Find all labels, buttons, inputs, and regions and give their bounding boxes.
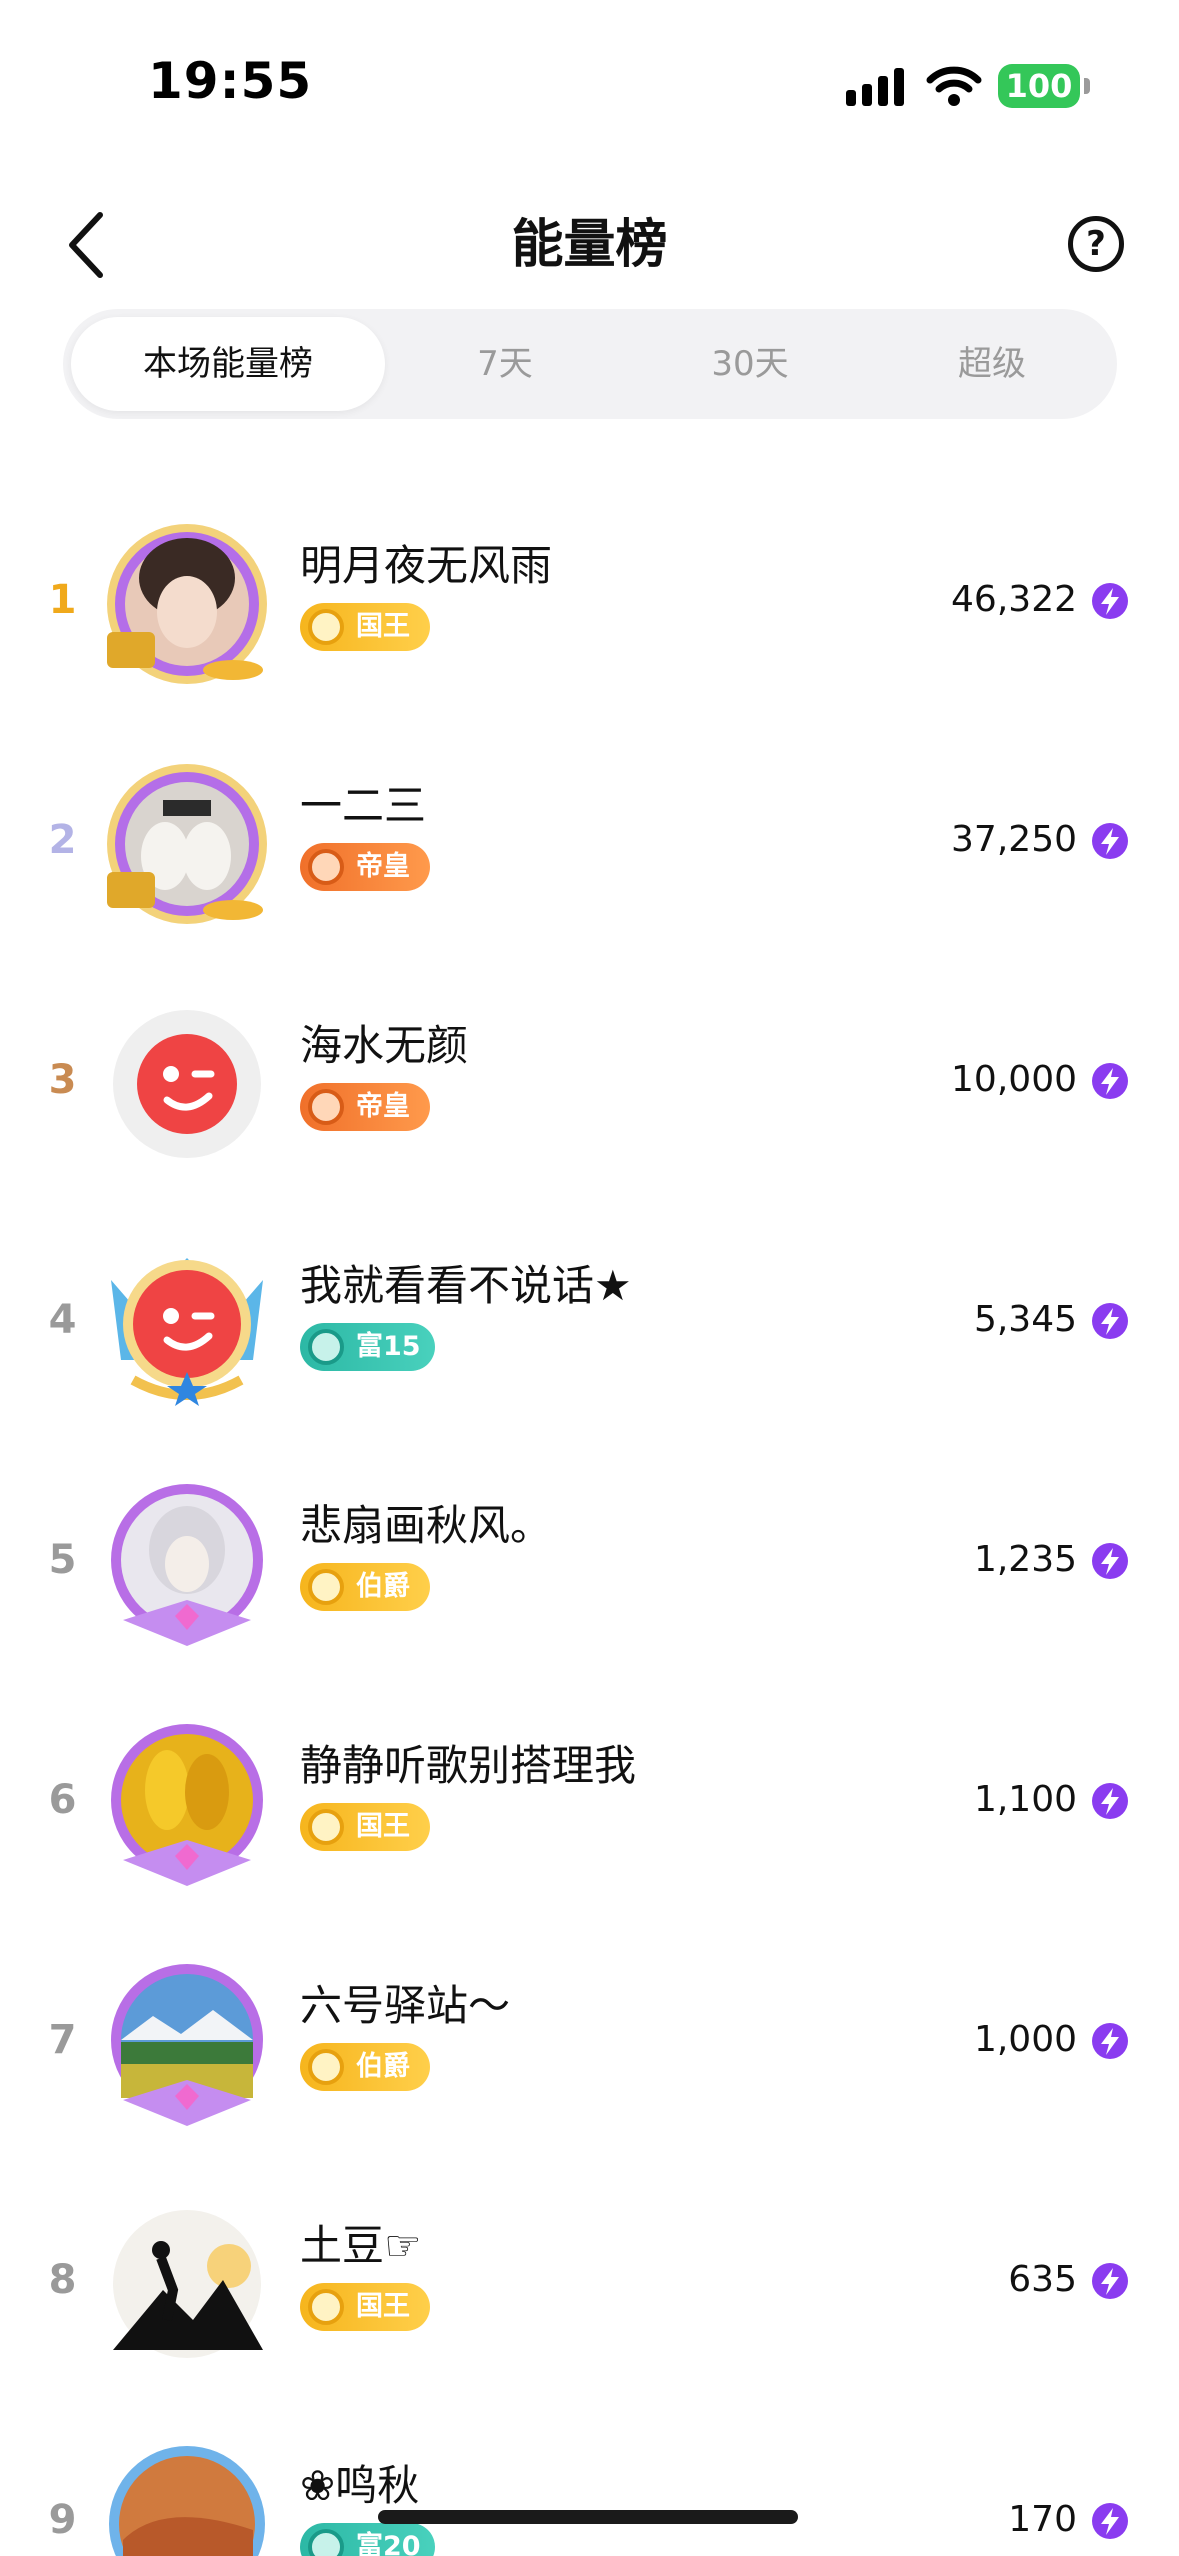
energy-score: 10,000 — [951, 1059, 1077, 1100]
energy-score: 635 — [1008, 2259, 1077, 2300]
user-name: 明月夜无风雨 — [300, 541, 553, 590]
user-name: 六号驿站～ — [300, 1981, 511, 2030]
badge-diamond-icon — [308, 609, 344, 645]
rank-badge: 富20 — [300, 2523, 435, 2556]
ranking-row[interactable]: 6 静静听歌别搭理我 国王 1,100 — [0, 1680, 1179, 1920]
ranking-row[interactable]: 8 土豆☞ 国王 635 — [0, 2160, 1179, 2400]
energy-score: 1,100 — [973, 1779, 1077, 1820]
rank-number: 9 — [48, 2497, 77, 2543]
ranking-row[interactable]: 9 ❀鸣秋 富20 170 — [0, 2400, 1179, 2556]
badge-gem-icon — [308, 849, 344, 885]
badge-label: 国王 — [356, 1811, 410, 1842]
lightning-bolt-icon — [1092, 1063, 1128, 1099]
tab-30-days[interactable]: 30天 — [625, 317, 875, 411]
lightning-bolt-icon — [1092, 1543, 1128, 1579]
lightning-bolt-icon — [1092, 823, 1128, 859]
rank-number: 1 — [48, 577, 77, 623]
badge-mountain-icon — [308, 2529, 344, 2556]
energy-score: 5,345 — [973, 1299, 1077, 1340]
user-name: 土豆☞ — [300, 2221, 422, 2270]
user-name: 海水无颜 — [300, 1021, 469, 1070]
rank-badge: 伯爵 — [300, 1563, 430, 1611]
rank-number: 6 — [48, 1777, 77, 1823]
question-circle-icon: ? — [1086, 224, 1106, 264]
user-name: 悲扇画秋风。 — [300, 1501, 553, 1550]
lightning-bolt-icon — [1092, 2503, 1128, 2539]
badge-gem-icon — [308, 1089, 344, 1125]
rank-badge: 富15 — [300, 1323, 435, 1371]
wifi-icon — [926, 66, 982, 106]
rank-number: 7 — [48, 2017, 77, 2063]
energy-score: 1,000 — [973, 2019, 1077, 2060]
ranking-row[interactable]: 4 我就看看不说话★ 富15 5,345 — [0, 1200, 1179, 1440]
ranking-row[interactable]: 2 一二三 帝皇 37,250 — [0, 720, 1179, 960]
rank-badge: 伯爵 — [300, 2043, 430, 2091]
badge-diamond-icon — [308, 1569, 344, 1605]
avatar[interactable] — [103, 1720, 271, 1888]
status-bar: 19:55 100 — [0, 0, 1179, 150]
energy-score: 170 — [1008, 2499, 1077, 2540]
rank-number: 2 — [48, 817, 77, 863]
user-name: 我就看看不说话★ — [300, 1261, 632, 1310]
lightning-bolt-icon — [1092, 1303, 1128, 1339]
period-tabs: 本场能量榜 7天 30天 超级 — [63, 309, 1117, 419]
badge-label: 国王 — [356, 2291, 410, 2322]
avatar[interactable] — [103, 1960, 271, 2128]
energy-score: 46,322 — [951, 579, 1077, 620]
rank-badge: 帝皇 — [300, 1083, 430, 1131]
badge-label: 富15 — [356, 1331, 421, 1362]
back-button[interactable] — [50, 205, 120, 285]
page-title: 能量榜 — [511, 215, 668, 275]
ranking-row[interactable]: 7 六号驿站～ 伯爵 1,000 — [0, 1920, 1179, 2160]
badge-label: 国王 — [356, 611, 410, 642]
lightning-bolt-icon — [1092, 583, 1128, 619]
rank-badge: 国王 — [300, 2283, 430, 2331]
badge-diamond-icon — [308, 2289, 344, 2325]
avatar[interactable] — [103, 1240, 271, 1408]
badge-label: 伯爵 — [356, 2051, 410, 2082]
user-name: 静静听歌别搭理我 — [300, 1741, 637, 1790]
badge-label: 帝皇 — [356, 1091, 410, 1122]
badge-diamond-icon — [308, 2049, 344, 2085]
rank-number: 5 — [48, 1537, 77, 1583]
status-time: 19:55 — [148, 52, 313, 110]
ranking-row[interactable]: 3 海水无颜 帝皇 10,000 — [0, 960, 1179, 1200]
battery-indicator: 100 — [998, 64, 1080, 108]
badge-label: 帝皇 — [356, 851, 410, 882]
tab-7-days[interactable]: 7天 — [385, 317, 625, 411]
lightning-bolt-icon — [1092, 1783, 1128, 1819]
tab-super[interactable]: 超级 — [875, 317, 1109, 411]
rank-badge: 国王 — [300, 603, 430, 651]
badge-label: 伯爵 — [356, 1571, 410, 1602]
chevron-left-icon — [69, 212, 103, 278]
energy-score: 1,235 — [973, 1539, 1077, 1580]
user-name: ❀鸣秋 — [300, 2461, 420, 2510]
avatar[interactable] — [103, 2200, 271, 2368]
help-button[interactable]: ? — [1068, 216, 1124, 272]
energy-score: 37,250 — [951, 819, 1077, 860]
avatar[interactable] — [103, 520, 271, 688]
avatar[interactable] — [103, 2440, 271, 2556]
home-indicator[interactable] — [378, 2510, 798, 2524]
badge-diamond-icon — [308, 1809, 344, 1845]
avatar[interactable] — [103, 1480, 271, 1648]
rank-badge: 国王 — [300, 1803, 430, 1851]
rank-number: 4 — [48, 1297, 77, 1343]
lightning-bolt-icon — [1092, 2263, 1128, 2299]
tab-current-session[interactable]: 本场能量榜 — [71, 317, 385, 411]
rank-number: 8 — [48, 2257, 77, 2303]
avatar[interactable] — [103, 1000, 271, 1168]
rank-badge: 帝皇 — [300, 843, 430, 891]
ranking-row[interactable]: 1 明月夜无风雨 国王 46,322 — [0, 480, 1179, 720]
badge-mountain-icon — [308, 1329, 344, 1365]
ranking-row[interactable]: 5 悲扇画秋风。 伯爵 1,235 — [0, 1440, 1179, 1680]
battery-cap — [1084, 78, 1090, 94]
cellular-signal-icon — [846, 66, 908, 106]
lightning-bolt-icon — [1092, 2023, 1128, 2059]
user-name: 一二三 — [300, 781, 427, 830]
avatar[interactable] — [103, 760, 271, 928]
rank-number: 3 — [48, 1057, 77, 1103]
badge-label: 富20 — [356, 2531, 421, 2556]
